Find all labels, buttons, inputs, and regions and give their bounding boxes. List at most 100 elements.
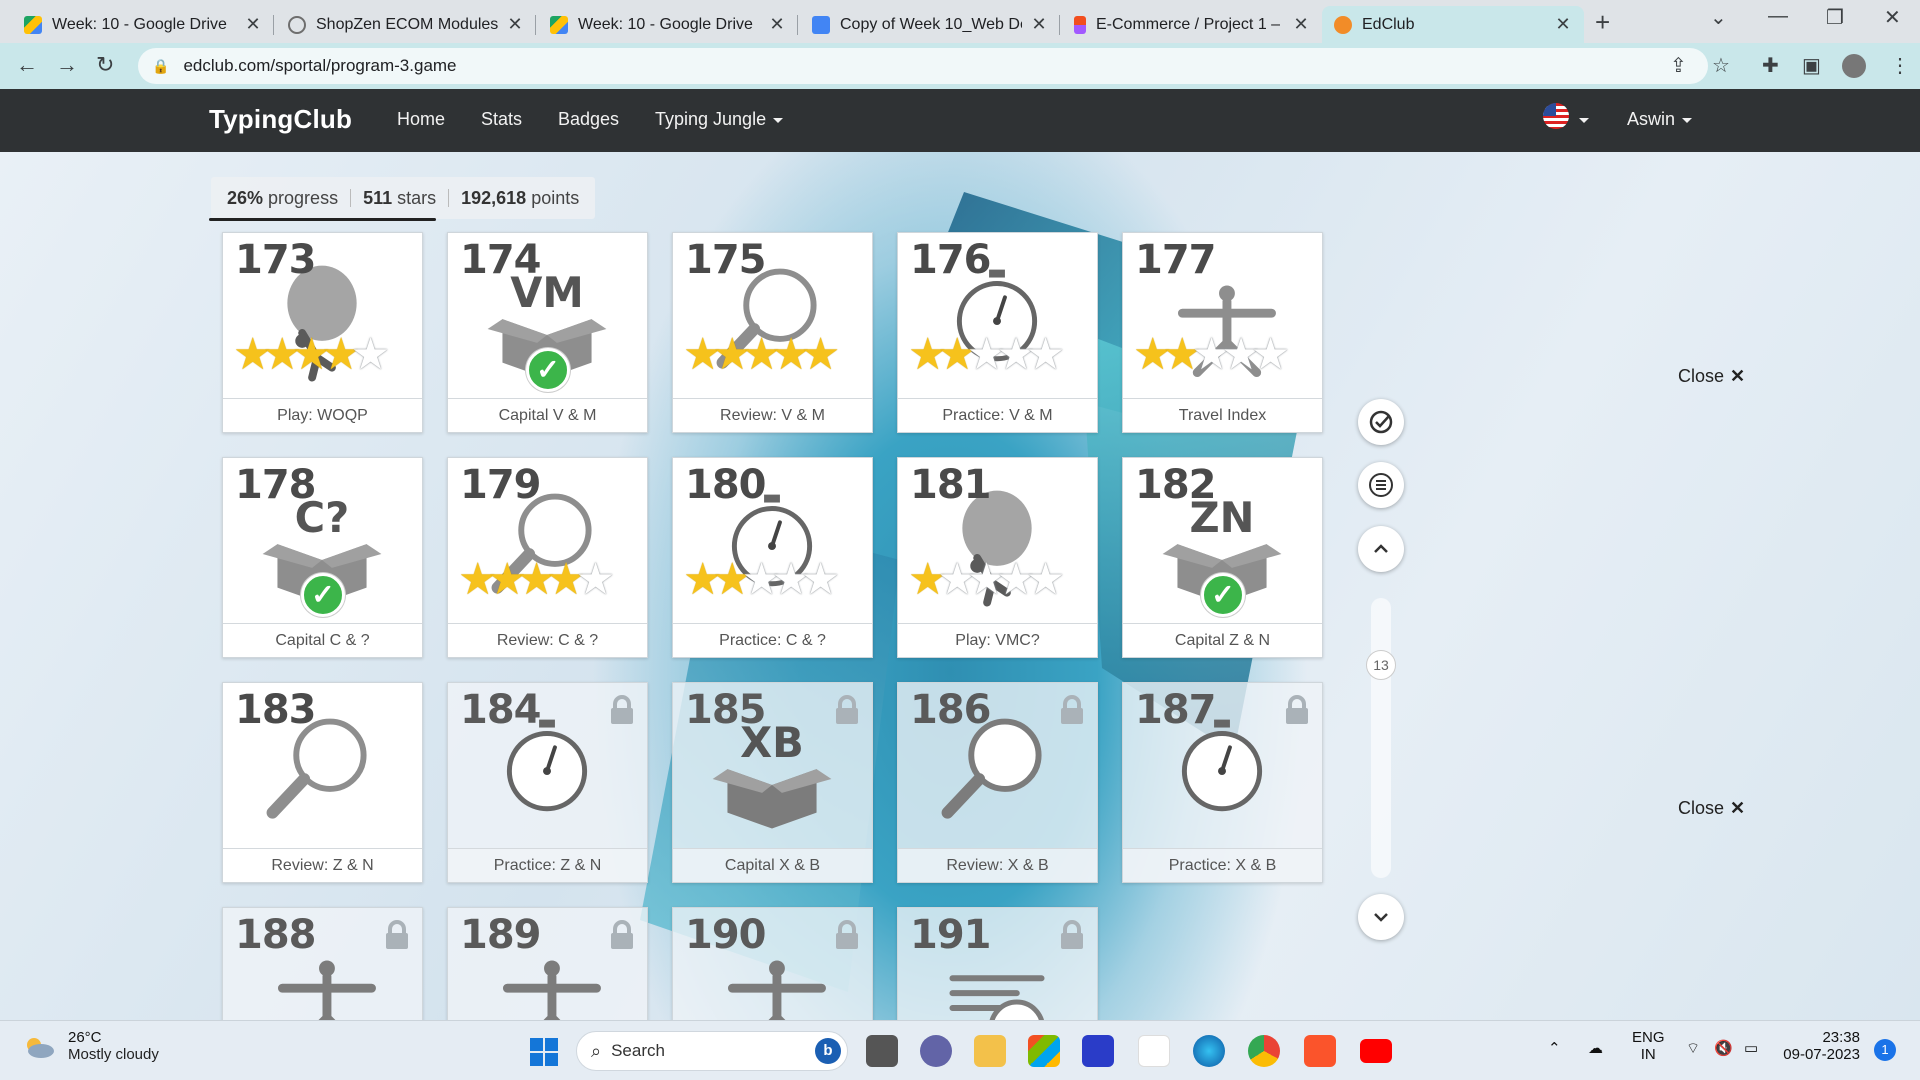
lesson-card-188[interactable]: 188 (222, 907, 423, 1020)
lesson-card-187[interactable]: 187 Practice: X & B (1122, 682, 1323, 883)
onedrive-icon[interactable]: ☁ (1588, 1039, 1603, 1057)
lock-icon (836, 695, 858, 724)
browser-tab[interactable]: Copy of Week 10_Web Dev ✕ (800, 6, 1060, 43)
completed-check-icon: ✓ (301, 573, 345, 617)
close-link[interactable]: Close ✕ (1678, 366, 1745, 387)
star-rating: ★ ★ ★ ★ ★ (683, 558, 840, 602)
close-icon[interactable]: ✕ (1030, 14, 1048, 35)
lesson-card-174[interactable]: VM 174 ✓ Capital V & M (447, 232, 648, 433)
maximize-icon[interactable]: ❐ (1826, 5, 1844, 30)
scroll-up-button[interactable] (1358, 526, 1404, 572)
nav-typing-jungle-dropdown[interactable]: Typing Jungle (655, 109, 783, 130)
youtube-icon[interactable] (1360, 1039, 1392, 1063)
tab-search-icon[interactable]: ⌄ (1710, 5, 1727, 30)
lesson-card-178[interactable]: C? 178 ✓ Capital C & ? (222, 457, 423, 658)
close-link[interactable]: Close ✕ (1678, 798, 1745, 819)
minimize-icon[interactable]: — (1768, 5, 1788, 28)
browser-tab-active[interactable]: EdClub ✕ (1322, 6, 1584, 43)
edge-icon[interactable] (1193, 1035, 1225, 1067)
star-rating: ★ ★ ★ ★ ★ (908, 558, 1065, 602)
lock-icon (1061, 920, 1083, 949)
progress-underline (209, 218, 436, 221)
lesson-card-189[interactable]: 189 (447, 907, 648, 1020)
language-indicator[interactable]: ENG IN (1632, 1029, 1665, 1063)
menu-kebab-icon[interactable]: ⋮ (1890, 53, 1910, 78)
check-progress-button[interactable] (1358, 399, 1404, 445)
profile-avatar[interactable] (1842, 54, 1866, 78)
chrome-icon[interactable] (1248, 1035, 1280, 1067)
weather-widget[interactable]: 26°C Mostly cloudy (22, 1029, 159, 1063)
lesson-title: Review: Z & N (223, 848, 422, 882)
browser-tab[interactable]: E-Commerce / Project 1 – F ✕ (1062, 6, 1322, 43)
nav-badges[interactable]: Badges (558, 109, 619, 130)
reload-icon[interactable]: ↻ (96, 52, 114, 78)
window-close-icon[interactable]: ✕ (1884, 5, 1901, 30)
lesson-card-185[interactable]: XB 185 Capital X & B (672, 682, 873, 883)
back-icon[interactable]: ← (16, 52, 38, 78)
temperature: 26°C (68, 1029, 102, 1046)
lesson-card-181[interactable]: 181 ★ ★ ★ ★ ★ Play: VMC? (897, 457, 1098, 658)
bookmark-star-icon[interactable]: ☆ (1712, 53, 1730, 78)
lesson-card-183[interactable]: 183 Review: Z & N (222, 682, 423, 883)
notification-badge[interactable]: 1 (1874, 1039, 1896, 1061)
new-tab-icon[interactable]: + (1595, 7, 1610, 38)
lesson-number: 174 (460, 237, 541, 283)
us-flag-icon[interactable] (1543, 103, 1569, 129)
url-text: edclub.com/sportal/program-3.game (183, 56, 457, 75)
lock-icon (611, 920, 633, 949)
browser-tab[interactable]: ShopZen ECOM Modules ✕ (276, 6, 536, 43)
task-view-icon[interactable] (866, 1035, 898, 1067)
google-docs-icon (812, 15, 830, 34)
lesson-card-182[interactable]: ZN 182 ✓ Capital Z & N (1122, 457, 1323, 658)
magnifier-icon (266, 718, 367, 819)
user-menu[interactable]: Aswin (1627, 109, 1692, 130)
windows-taskbar: 26°C Mostly cloudy ⌕ Search b ⌃ ☁ ENG IN… (0, 1020, 1920, 1080)
close-icon[interactable]: ✕ (244, 14, 262, 35)
close-icon[interactable]: ✕ (506, 14, 524, 35)
brave-icon[interactable] (1304, 1035, 1336, 1067)
close-icon[interactable]: ✕ (1554, 14, 1572, 35)
share-icon[interactable]: ⇪ (1670, 53, 1687, 78)
windows-start-icon[interactable] (530, 1038, 558, 1066)
lesson-card-179[interactable]: 179 ★ ★ ★ ★ ★ Review: C & ? (447, 457, 648, 658)
lesson-card-176[interactable]: 176 ★ ★ ★ ★ ★ Practice: V & M (897, 232, 1098, 433)
star-icon: ★ (1250, 330, 1291, 379)
user-name: Aswin (1627, 109, 1676, 129)
tray-overflow-icon[interactable]: ⌃ (1548, 1039, 1561, 1057)
nav-stats[interactable]: Stats (481, 109, 522, 130)
star-rating: ★ ★ ★ ★ ★ (683, 333, 840, 377)
lesson-card-175[interactable]: 175 ★ ★ ★ ★ ★ Review: V & M (672, 232, 873, 433)
clock[interactable]: 23:38 09-07-2023 (1780, 1029, 1860, 1063)
language-dropdown-caret[interactable] (1572, 109, 1589, 130)
lesson-card-191[interactable]: 191 (897, 907, 1098, 1020)
menu-button[interactable] (1358, 462, 1404, 508)
extensions-icon[interactable]: ✚ (1762, 53, 1779, 78)
lesson-card-177[interactable]: 177 ★ ★ ★ ★ ★ Travel Index (1122, 232, 1323, 433)
brand-logo[interactable]: TypingClub (209, 104, 352, 135)
sidepanel-icon[interactable]: ▣ (1802, 53, 1821, 78)
battery-icon[interactable]: ▭ (1744, 1039, 1758, 1057)
app-icon[interactable] (1082, 1035, 1114, 1067)
lock-icon (386, 920, 408, 949)
wifi-icon[interactable]: ⌔ (1686, 1039, 1700, 1058)
lesson-card-186[interactable]: 186 Review: X & B (897, 682, 1098, 883)
taskbar-search[interactable]: ⌕ Search b (576, 1031, 848, 1071)
browser-tab[interactable]: Week: 10 - Google Drive ✕ (12, 6, 274, 43)
browser-tab[interactable]: Week: 10 - Google Drive ✕ (538, 6, 798, 43)
mongodb-icon[interactable] (1138, 1035, 1170, 1067)
scroll-down-button[interactable] (1358, 894, 1404, 940)
url-input[interactable]: 🔒 edclub.com/sportal/program-3.game (138, 48, 1708, 84)
forward-icon[interactable]: → (56, 52, 78, 78)
lesson-card-184[interactable]: 184 Practice: Z & N (447, 682, 648, 883)
microsoft-store-icon[interactable] (1028, 1035, 1060, 1067)
lesson-card-173[interactable]: 173 ★ ★ ★ ★ ★ Play: WOQP (222, 232, 423, 433)
lesson-card-180[interactable]: 180 ★ ★ ★ ★ ★ Practice: C & ? (672, 457, 873, 658)
nav-home[interactable]: Home (397, 109, 445, 130)
volume-muted-icon[interactable]: 🔇 (1714, 1039, 1733, 1057)
close-icon[interactable]: ✕ (1292, 14, 1310, 35)
scroll-track[interactable] (1371, 598, 1391, 878)
close-icon[interactable]: ✕ (768, 14, 786, 35)
lesson-card-190[interactable]: 190 (672, 907, 873, 1020)
file-explorer-icon[interactable] (974, 1035, 1006, 1067)
teams-chat-icon[interactable] (920, 1035, 952, 1067)
